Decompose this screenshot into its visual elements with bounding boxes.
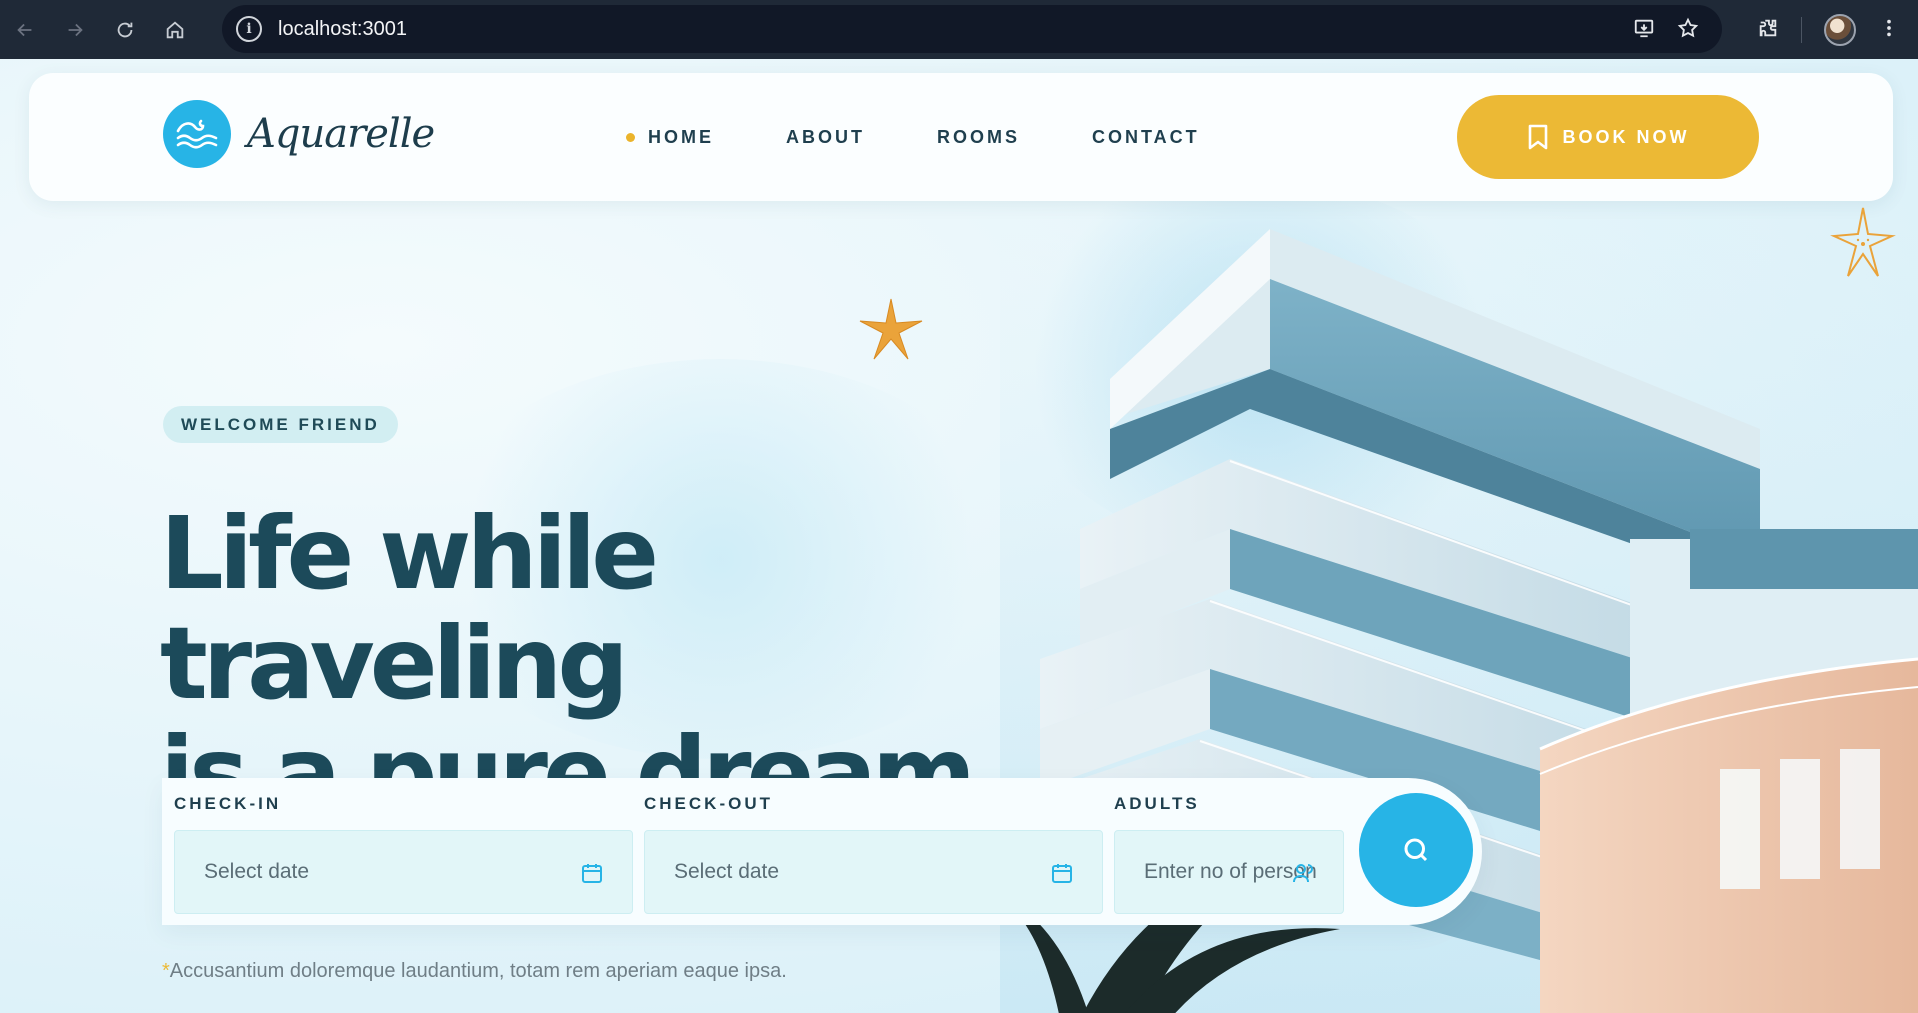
logo[interactable]: Aquarelle: [163, 100, 435, 168]
adults-input[interactable]: Enter no of person: [1114, 830, 1344, 914]
calendar-icon[interactable]: [580, 861, 604, 885]
active-indicator-dot: [626, 132, 635, 142]
profile-avatar[interactable]: [1824, 13, 1856, 46]
home-icon: [166, 20, 184, 38]
nav-item-rooms[interactable]: ROOMS: [937, 127, 1020, 148]
site-info-icon[interactable]: i: [236, 16, 262, 42]
users-icon: [1293, 864, 1313, 883]
toolbar-separator: [1801, 16, 1802, 43]
booking-form: CHECK-IN Select date CHECK-OUT Select da…: [162, 778, 1482, 925]
back-button[interactable]: [0, 5, 50, 55]
logo-text: Aquarelle: [247, 111, 435, 157]
calendar-icon[interactable]: [1050, 861, 1074, 885]
address-bar[interactable]: i localhost:3001: [222, 5, 1722, 53]
footnote-text: Accusantium doloremque laudantium, totam…: [169, 960, 787, 982]
search-button[interactable]: [1359, 793, 1473, 907]
home-button[interactable]: [150, 5, 200, 55]
nav-item-contact[interactable]: CONTACT: [1092, 127, 1200, 148]
checkout-date-field[interactable]: Select date: [644, 830, 1103, 914]
footnote-asterisk: *: [162, 960, 170, 982]
arrow-right-icon: [68, 23, 83, 36]
hero-footnote: *Accusantium doloremque laudantium, tota…: [162, 960, 787, 983]
wave-icon: [163, 100, 231, 168]
book-now-label: BOOK NOW: [1562, 126, 1690, 147]
arrow-left-icon: [17, 23, 32, 36]
adults-label: ADULTS: [1114, 794, 1200, 813]
nav-item-about[interactable]: ABOUT: [786, 127, 865, 148]
more-menu-icon[interactable]: [1878, 17, 1900, 43]
reload-icon: [117, 22, 133, 37]
bookmark-icon: [1528, 124, 1547, 150]
install-app-icon[interactable]: [1633, 17, 1655, 43]
reload-button[interactable]: [100, 5, 150, 55]
url-text[interactable]: localhost:3001: [278, 18, 407, 41]
checkin-placeholder: Select date: [204, 860, 310, 883]
forward-button[interactable]: [50, 5, 100, 55]
browser-toolbar: i localhost:3001: [0, 0, 1918, 59]
welcome-badge: WELCOME FRIEND: [163, 406, 398, 443]
checkin-label: CHECK-IN: [174, 794, 282, 813]
checkout-placeholder: Select date: [674, 860, 780, 883]
starfish-icon: [859, 298, 923, 360]
nav-item-home[interactable]: HOME: [626, 127, 714, 148]
extensions-icon[interactable]: [1757, 17, 1779, 43]
nav-item-label: CONTACT: [1092, 126, 1200, 147]
main-nav: HOME ABOUT ROOMS CONTACT: [626, 73, 1200, 201]
headline-line-1: Life while traveling: [160, 495, 659, 722]
page: Aquarelle HOME ABOUT ROOMS CONTACT BOOK …: [0, 59, 1918, 1013]
bookmark-star-icon[interactable]: [1677, 17, 1699, 43]
nav-item-label: ROOMS: [937, 126, 1021, 147]
browser-actions: [1633, 0, 1918, 59]
search-icon: [1404, 838, 1428, 862]
checkout-label: CHECK-OUT: [644, 794, 773, 813]
site-header: Aquarelle HOME ABOUT ROOMS CONTACT BOOK …: [29, 73, 1893, 201]
nav-item-label: ABOUT: [786, 126, 865, 147]
checkin-date-field[interactable]: Select date: [174, 830, 633, 914]
nav-item-label: HOME: [648, 126, 714, 147]
book-now-button[interactable]: BOOK NOW: [1457, 95, 1759, 179]
starfish-outline-icon: [1830, 207, 1896, 277]
